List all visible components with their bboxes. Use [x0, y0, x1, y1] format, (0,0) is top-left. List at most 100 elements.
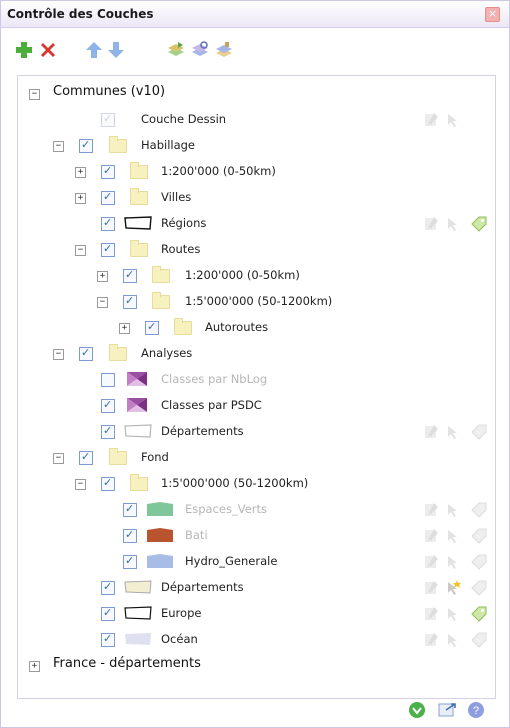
layer-label: Océan: [161, 632, 198, 646]
tree-row-habillage[interactable]: − Habillage: [18, 134, 495, 160]
folder-icon: [109, 344, 127, 361]
delete-layer-icon[interactable]: [39, 41, 57, 59]
select-icon: [448, 114, 457, 127]
tree-row-europe[interactable]: Europe: [18, 602, 495, 628]
expand-toggle[interactable]: +: [97, 271, 108, 282]
visibility-checkbox[interactable]: [101, 242, 115, 257]
visibility-checkbox[interactable]: [101, 476, 115, 491]
visibility-checkbox[interactable]: [145, 320, 159, 335]
collapse-toggle[interactable]: −: [97, 297, 108, 308]
visibility-checkbox[interactable]: [101, 190, 115, 205]
folder-icon: [130, 188, 148, 205]
collapse-toggle[interactable]: −: [53, 141, 64, 152]
fill-swatch: [147, 502, 173, 516]
visibility-checkbox[interactable]: [101, 216, 115, 231]
folder-icon: [109, 136, 127, 153]
tree-row-ocean[interactable]: Océan: [18, 628, 495, 654]
folder-icon: [109, 448, 127, 465]
help-icon[interactable]: ?: [466, 700, 486, 720]
tree-row-fond[interactable]: − Fond: [18, 446, 495, 472]
export-icon[interactable]: [437, 700, 457, 720]
folder-icon: [130, 162, 148, 179]
close-button[interactable]: ×: [485, 7, 500, 22]
tree-row-analyses[interactable]: − Analyses: [18, 342, 495, 368]
class-swatch: [127, 372, 147, 386]
layer-label: Villes: [161, 190, 192, 204]
expand-toggle[interactable]: +: [75, 167, 86, 178]
visibility-checkbox[interactable]: [101, 580, 115, 595]
tree-row-fond-5000[interactable]: − 1:5'000'000 (50-1200km): [18, 472, 495, 498]
visibility-checkbox[interactable]: [123, 294, 137, 309]
move-up-icon[interactable]: [85, 41, 103, 59]
tree-row-classes-psdc[interactable]: Classes par PSDC: [18, 394, 495, 420]
visibility-checkbox[interactable]: [101, 398, 115, 413]
tree-row-routes-5000[interactable]: − 1:5'000'000 (50-1200km): [18, 290, 495, 316]
class-swatch: [127, 398, 147, 412]
folder-icon: [152, 266, 170, 283]
layer-label: Classes par NbLog: [161, 372, 268, 386]
visibility-checkbox[interactable]: [79, 346, 93, 361]
expand-toggle[interactable]: +: [75, 193, 86, 204]
outline-swatch: [124, 424, 152, 438]
tree-row-classes-nblog[interactable]: Classes par NbLog: [18, 368, 495, 394]
tree-row-routes-200[interactable]: + 1:200'000 (0-50km): [18, 264, 495, 290]
edit-icon: [425, 633, 438, 646]
visibility-checkbox[interactable]: [79, 138, 93, 153]
refresh-icon[interactable]: [407, 700, 427, 720]
visibility-checkbox[interactable]: [123, 554, 137, 569]
edit-icon: [425, 503, 438, 516]
tree-row-communes[interactable]: − Communes (v10): [18, 82, 495, 108]
fill-swatch: [125, 633, 151, 645]
visibility-checkbox[interactable]: [79, 450, 93, 465]
tree-row-departements-analyses[interactable]: Départements: [18, 420, 495, 446]
tree-row-autoroutes[interactable]: + Autoroutes: [18, 316, 495, 342]
visibility-checkbox[interactable]: [123, 502, 137, 517]
label-tag-icon: [471, 632, 487, 648]
visibility-checkbox[interactable]: [101, 373, 115, 387]
visibility-checkbox[interactable]: [101, 632, 115, 647]
edit-icon: [425, 581, 438, 594]
visibility-checkbox[interactable]: [123, 528, 137, 543]
tree-row-hydro[interactable]: Hydro_Generale: [18, 550, 495, 576]
visibility-checkbox[interactable]: [101, 424, 115, 439]
layers-refresh-icon[interactable]: [191, 41, 209, 59]
label-tag-icon[interactable]: [470, 605, 488, 623]
layer-label: Autoroutes: [205, 320, 269, 334]
edit-icon: [425, 425, 438, 438]
add-layer-icon[interactable]: [15, 41, 33, 59]
collapse-toggle[interactable]: −: [53, 349, 64, 360]
fill-swatch: [124, 580, 152, 594]
tree-row-regions[interactable]: Régions: [18, 212, 495, 238]
select-active-icon[interactable]: [444, 579, 462, 597]
svg-text:?: ?: [473, 705, 479, 717]
expand-toggle[interactable]: +: [119, 323, 130, 334]
tree-row-habillage-200[interactable]: + 1:200'000 (0-50km): [18, 160, 495, 186]
visibility-checkbox[interactable]: [101, 164, 115, 179]
expand-toggle[interactable]: +: [29, 661, 40, 672]
tree-row-espaces-verts[interactable]: Espaces_Verts: [18, 498, 495, 524]
layer-label: Classes par PSDC: [161, 398, 262, 412]
tree-row-villes[interactable]: + Villes: [18, 186, 495, 212]
layers-icon[interactable]: [167, 41, 185, 59]
collapse-toggle[interactable]: −: [29, 89, 40, 100]
layer-label: Espaces_Verts: [185, 502, 268, 516]
label-tag-icon[interactable]: [470, 215, 488, 233]
label-tag-icon: [471, 580, 487, 596]
move-down-icon[interactable]: [107, 41, 125, 59]
tree-row-bati[interactable]: Bati: [18, 524, 495, 550]
title-bar: Contrôle des Couches ×: [1, 1, 509, 28]
layers-edit-icon[interactable]: [215, 41, 233, 59]
visibility-checkbox[interactable]: [101, 606, 115, 621]
tree-row-france-departements[interactable]: + France - départements: [18, 654, 495, 680]
label-tag-icon: [471, 528, 487, 544]
select-icon: [448, 504, 457, 517]
tree-row-routes[interactable]: − Routes: [18, 238, 495, 264]
collapse-toggle[interactable]: −: [75, 245, 86, 256]
collapse-toggle[interactable]: −: [53, 453, 64, 464]
tree-row-departements-fond[interactable]: Départements: [18, 576, 495, 602]
layer-tree: − Communes (v10) Couche Dessin − Habilla…: [17, 75, 496, 699]
tree-row-couche-dessin[interactable]: Couche Dessin: [18, 108, 495, 134]
visibility-checkbox[interactable]: [123, 268, 137, 283]
collapse-toggle[interactable]: −: [75, 479, 86, 490]
layer-label: France - départements: [53, 656, 201, 671]
